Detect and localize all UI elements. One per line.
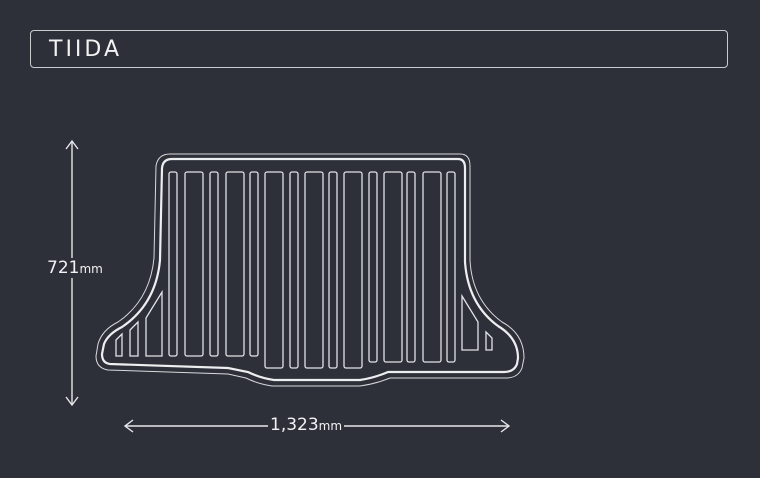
width-dimension-label: 1,323mm xyxy=(268,415,345,435)
height-value: 721 xyxy=(47,258,80,278)
mat-outer-outline xyxy=(95,153,525,387)
mat-ribs xyxy=(115,171,493,369)
width-value: 1,323 xyxy=(270,415,319,435)
height-unit: mm xyxy=(79,262,103,276)
width-unit: mm xyxy=(318,419,343,433)
trunk-mat-diagram xyxy=(65,139,525,433)
height-dimension-label: 721mm xyxy=(46,258,104,278)
